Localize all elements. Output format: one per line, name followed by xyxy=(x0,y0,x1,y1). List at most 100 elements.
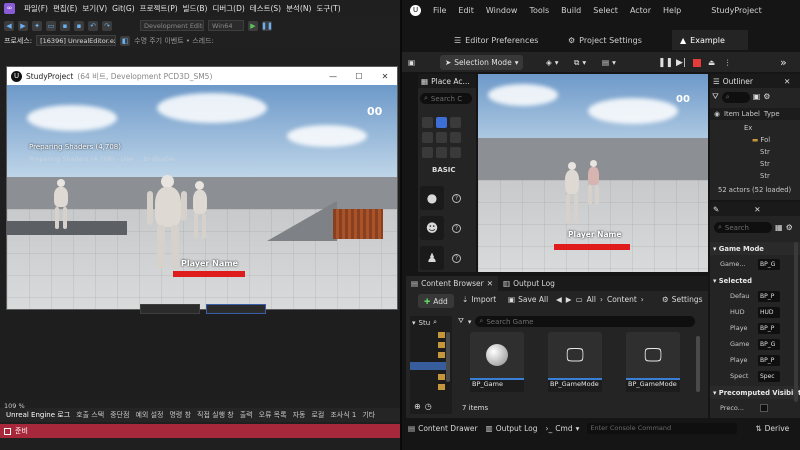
details-search[interactable]: ⌕ Search xyxy=(714,222,772,233)
undo-icon[interactable]: ↶ xyxy=(88,20,98,31)
back-arrow-icon[interactable]: ◀ xyxy=(556,295,562,304)
settings-icon[interactable]: ⚙ xyxy=(763,92,770,103)
place-empty-actor-item[interactable]: ● xyxy=(420,186,444,210)
add-button[interactable]: ✚ Add xyxy=(418,294,454,308)
outliner-search[interactable]: ⌕ xyxy=(721,92,750,103)
recent-icon[interactable] xyxy=(422,117,433,128)
console-command-input[interactable]: Enter Console Command xyxy=(587,422,738,434)
forward-arrow-icon[interactable]: ▶ xyxy=(566,295,572,304)
eject-button[interactable]: ⏏ xyxy=(708,55,715,70)
cinematics-button[interactable]: ▤ ▾ xyxy=(602,55,616,70)
tab-other[interactable]: 기타 xyxy=(362,410,375,420)
content-drawer-button[interactable]: ▤ Content Drawer xyxy=(408,424,478,433)
save-level-button[interactable]: ▣ xyxy=(408,55,415,70)
property-value-dropdown[interactable]: BP_P xyxy=(758,354,780,366)
table-view-icon[interactable]: ▦ xyxy=(775,223,783,232)
close-icon[interactable]: ✕ xyxy=(487,279,493,288)
tab-example[interactable]: ▲ Example xyxy=(672,30,748,50)
maximize-icon[interactable]: ☐ xyxy=(349,67,369,85)
history-icon[interactable]: ◷ xyxy=(425,402,432,411)
ue-menu-select[interactable]: Select xyxy=(593,6,618,15)
help-icon[interactable]: ? xyxy=(452,194,461,203)
game-scene-view[interactable]: Preparing Shaders (4,708) Preparing Shad… xyxy=(7,85,397,309)
close-icon[interactable]: ✕ xyxy=(375,67,395,85)
shapes-icon[interactable] xyxy=(422,132,433,143)
help-icon[interactable]: ? xyxy=(452,224,461,233)
configuration-dropdown[interactable]: Development Editor xyxy=(140,20,204,31)
breadcrumb-all[interactable]: All xyxy=(587,295,596,304)
vs-menu-project[interactable]: 프로젝트(P) xyxy=(140,3,178,14)
open-folder-icon[interactable]: ▭ xyxy=(46,20,56,31)
game-window-titlebar[interactable]: U StudyProject (64 비트, Development PCD3D… xyxy=(7,67,397,85)
visual-effects-icon[interactable] xyxy=(436,132,447,143)
vs-menu-debug[interactable]: 디버그(D) xyxy=(212,3,244,14)
lights-icon[interactable] xyxy=(450,117,461,128)
outliner-row[interactable]: Str xyxy=(710,170,800,182)
column-item-label[interactable]: Item Label xyxy=(724,110,760,118)
save-all-button[interactable]: ▣ Save All xyxy=(508,295,548,304)
pause-icon[interactable]: ❚❚ xyxy=(261,20,273,31)
output-log-button[interactable]: ▥ Output Log xyxy=(486,424,538,433)
volumes-icon[interactable] xyxy=(450,132,461,143)
continue-play-icon[interactable]: ▶ xyxy=(248,20,258,31)
basic-category-icon[interactable] xyxy=(436,117,447,128)
level-viewport[interactable]: 00 Player Name xyxy=(478,74,708,272)
tab-project-settings[interactable]: ⚙ Project Settings xyxy=(560,30,650,50)
folder-icon[interactable] xyxy=(438,332,445,338)
stop-button[interactable] xyxy=(693,55,701,70)
ue-menu-actor[interactable]: Actor xyxy=(630,6,651,15)
place-pawn-item[interactable]: ♟ xyxy=(420,246,444,270)
outliner-row[interactable]: Str xyxy=(710,158,800,170)
settings-icon[interactable]: ⚙ xyxy=(786,223,793,232)
settings-button[interactable]: ⚙ Settings xyxy=(662,295,703,304)
save-icon[interactable]: ▪ xyxy=(60,20,70,31)
tab-command-window[interactable]: 명령 창 xyxy=(169,410,191,420)
property-value-dropdown[interactable]: BP_P xyxy=(758,322,780,334)
ue-menu-edit[interactable]: Edit xyxy=(458,6,474,15)
tab-output-log[interactable]: ▥ Output Log xyxy=(498,276,560,291)
place-actors-search[interactable]: ⌕ Search C xyxy=(420,93,472,104)
add-circle-icon[interactable]: ⊕ xyxy=(414,402,421,411)
vs-menu-analyze[interactable]: 분석(N) xyxy=(286,3,311,14)
game-preview-window[interactable]: U StudyProject (64 비트, Development PCD3D… xyxy=(6,66,398,310)
ue-menu-file[interactable]: File xyxy=(433,6,446,15)
asset-tile[interactable]: 🖵 BP_GameMode xyxy=(626,332,680,392)
help-icon[interactable]: ? xyxy=(452,254,461,263)
tab-unreal-log[interactable]: Unreal Engine 로그 xyxy=(6,410,70,420)
cmd-dropdown[interactable]: ›_ Cmd ▾ xyxy=(546,424,580,433)
redo-icon[interactable]: ↷ xyxy=(102,20,112,31)
pause-button[interactable]: ❚❚ xyxy=(658,55,673,70)
property-value-dropdown[interactable]: HUD xyxy=(758,306,780,318)
vs-menu-git[interactable]: Git(G) xyxy=(112,4,135,13)
filter-icon[interactable]: ⛛ xyxy=(712,92,719,103)
geometry-icon[interactable] xyxy=(450,147,461,158)
outliner-row[interactable]: Ex xyxy=(710,122,800,134)
folder-icon[interactable] xyxy=(438,384,445,390)
tab-error-list[interactable]: 오류 목록 xyxy=(259,410,287,420)
folder-tree-scrollbar[interactable] xyxy=(446,332,450,382)
save-all-icon[interactable]: ▪ xyxy=(74,20,84,31)
ue-menu-build[interactable]: Build xyxy=(561,6,581,15)
property-value-dropdown[interactable]: BP_P xyxy=(758,290,780,302)
tab-editor-preferences[interactable]: ☰ Editor Preferences xyxy=(446,30,546,50)
derived-data-button[interactable]: ⇅ Derive xyxy=(755,424,789,433)
place-character-item[interactable]: ☻ xyxy=(420,216,444,240)
vs-menu-file[interactable]: 파일(F) xyxy=(24,3,48,14)
outliner-row[interactable]: Str xyxy=(710,146,800,158)
back-arrow-icon[interactable]: ◀ xyxy=(4,20,14,31)
folder-icon[interactable] xyxy=(438,352,445,358)
vs-menu-view[interactable]: 보기(V) xyxy=(82,3,107,14)
property-value-dropdown[interactable]: BP_G xyxy=(758,258,780,270)
forward-arrow-icon[interactable]: ▶ xyxy=(18,20,28,31)
ue-menu-tools[interactable]: Tools xyxy=(529,6,549,15)
vs-location-dropdown[interactable] xyxy=(206,304,266,314)
minimize-icon[interactable]: — xyxy=(323,67,343,85)
outliner-row[interactable]: ▬ Fol xyxy=(710,134,800,146)
all-classes-icon[interactable] xyxy=(436,147,447,158)
section-precomputed-visibility[interactable]: ▾ Precomputed Visibility xyxy=(710,386,800,399)
lifecycle-events-label[interactable]: 수명 주기 이벤트 • 스레드: xyxy=(134,36,214,46)
folder-icon[interactable] xyxy=(438,342,445,348)
tab-locals[interactable]: 로컬 xyxy=(311,410,324,420)
visibility-eye-icon[interactable]: ◉ xyxy=(714,110,720,118)
checkbox[interactable] xyxy=(760,404,768,412)
